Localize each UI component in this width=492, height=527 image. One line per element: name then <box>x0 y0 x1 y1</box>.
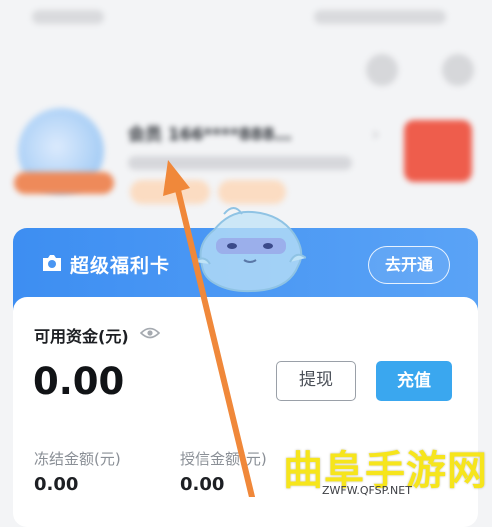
watermark-url: ZWFW.QFSP.NET <box>322 484 412 497</box>
user-subtitle <box>128 156 352 170</box>
avatar-badge <box>14 172 114 194</box>
user-name[interactable]: 会员 166****888… <box>128 120 291 145</box>
status-bar <box>0 0 492 40</box>
chevron-right-icon[interactable]: › <box>372 124 379 145</box>
frozen-amount-value: 0.00 <box>34 474 79 495</box>
recharge-button[interactable]: 充值 <box>376 361 452 401</box>
camera-icon <box>43 255 61 271</box>
welfare-card-title: 超级福利卡 <box>70 255 171 277</box>
status-bar-indicators <box>314 10 446 24</box>
mascot-illustration <box>194 207 306 293</box>
service-icon[interactable] <box>366 54 398 86</box>
eye-icon[interactable] <box>140 326 160 340</box>
settings-icon[interactable] <box>442 54 474 86</box>
promo-badge[interactable] <box>404 120 472 182</box>
user-tag <box>218 180 286 204</box>
user-tag <box>130 180 210 204</box>
open-membership-button[interactable]: 去开通 <box>368 246 450 284</box>
available-funds-label: 可用资金(元) <box>34 327 129 346</box>
credit-amount-label: 授信金额(元) <box>180 450 267 468</box>
available-funds-amount: 0.00 <box>33 360 125 403</box>
status-bar-carrier <box>32 10 104 24</box>
frozen-amount-label: 冻结金额(元) <box>34 450 121 468</box>
withdraw-button[interactable]: 提现 <box>276 361 356 401</box>
credit-amount-value: 0.00 <box>180 474 225 495</box>
